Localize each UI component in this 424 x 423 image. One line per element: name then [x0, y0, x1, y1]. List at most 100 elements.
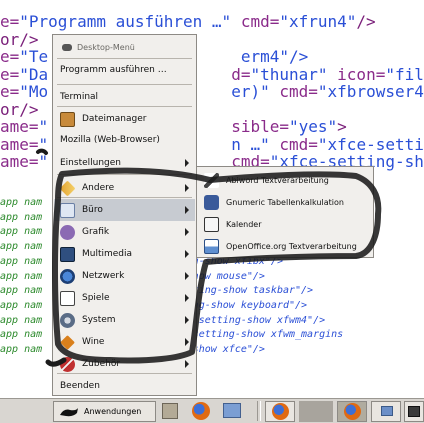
code-token: cmd= — [269, 82, 318, 101]
code-token: or/> — [0, 29, 39, 49]
terminal-task-button[interactable] — [404, 401, 424, 422]
terminal-task-icon — [408, 406, 420, 417]
code-line: or/> — [0, 29, 39, 49]
other-icon — [59, 180, 76, 196]
firefox-task-button-2[interactable] — [337, 401, 367, 422]
code-token: e= — [0, 47, 20, 66]
folder-task-button[interactable] — [371, 401, 401, 422]
graphics-icon — [60, 224, 75, 240]
submenu-item-label: Gnumeric Tabellenkalkulation — [226, 197, 344, 207]
submenu-item[interactable]: Abiword Textverarbeitung — [198, 169, 372, 191]
menu-item-label: Büro — [82, 205, 103, 215]
code-token: app nam — [0, 255, 43, 267]
code-token: e= — [0, 12, 20, 31]
folder-task-icon — [381, 406, 393, 416]
submenu-item[interactable]: Kalender — [198, 213, 372, 235]
code-token: ame= — [0, 152, 39, 171]
menu-item-wine[interactable]: Wine — [54, 331, 195, 353]
submenu-arrow-icon — [185, 272, 189, 280]
code-line: e="Programm ausführen …" cmd="xfrun4"/> — [0, 13, 376, 31]
code-token: app nam — [0, 197, 43, 208]
menu-item-label: Multimedia — [82, 249, 133, 259]
system-icon — [60, 312, 75, 328]
menu-item-zubehör[interactable]: Zubehör — [54, 353, 195, 375]
submenu-arrow-icon — [185, 294, 189, 302]
panel-separator — [257, 401, 261, 421]
office-icon — [60, 202, 75, 218]
image-viewer-icon[interactable] — [162, 403, 178, 419]
network-icon — [60, 268, 75, 284]
desktop-menu: Desktop-Menü Programm ausführen … Termina… — [52, 34, 197, 396]
submenu-arrow-icon — [185, 228, 189, 236]
menu-item-label: Grafik — [82, 227, 110, 237]
menu-item-terminal[interactable]: Terminal — [54, 86, 195, 108]
code-token: "file-mana — [385, 64, 424, 84]
header-icon — [62, 43, 72, 51]
menu-header-label: Desktop-Menü — [77, 42, 135, 52]
code-token: " — [38, 134, 49, 154]
menu-item-grafik[interactable]: Grafik — [54, 221, 195, 243]
code-token: "xfbrowser4" — [317, 82, 424, 101]
code-token: app nam — [0, 314, 43, 326]
code-token: icon= — [327, 64, 386, 84]
menu-item-system[interactable]: System — [54, 309, 195, 331]
applications-button[interactable]: Anwendungen — [53, 401, 156, 422]
code-token: or/> — [0, 99, 39, 119]
menu-item-label: Terminal — [60, 92, 99, 102]
file-manager-icon — [60, 111, 75, 127]
wine-icon — [60, 334, 75, 350]
menu-item-label: Beenden — [60, 381, 100, 391]
menu-item-label: Andere — [82, 183, 115, 193]
code-token: "xfce-setting-sho — [317, 134, 424, 154]
gnumeric-icon — [204, 194, 219, 210]
menu-item-label: System — [82, 315, 116, 325]
code-token: cmd= — [231, 12, 280, 31]
firefox-icon[interactable] — [192, 402, 210, 420]
menu-item-beenden[interactable]: Beenden — [54, 375, 195, 397]
code-token: cmd= — [269, 134, 318, 154]
mouse-logo-icon — [60, 407, 78, 416]
submenu-arrow-icon — [185, 159, 189, 167]
menu-item-netzwerk[interactable]: Netzwerk — [54, 265, 195, 287]
menu-item-spiele[interactable]: Spiele — [54, 287, 195, 309]
code-token: " — [38, 152, 49, 171]
menu-item-einstellungen[interactable]: Einstellungen — [54, 152, 195, 174]
submenu-arrow-icon — [185, 206, 189, 214]
submenu-item[interactable]: Gnumeric Tabellenkalkulation — [198, 191, 372, 213]
abiword-icon — [204, 172, 219, 188]
menu-item-andere[interactable]: Andere — [54, 177, 195, 199]
code-token: "thunar" — [250, 64, 328, 84]
submenu-item-label: OpenOffice.org Textverarbeitung — [226, 241, 357, 251]
code-token: app nam — [0, 270, 43, 282]
code-token: n …" — [231, 134, 270, 154]
bottom-panel: Anwendungen — [0, 398, 424, 423]
submenu-item-label: Abiword Textverarbeitung — [226, 175, 329, 185]
menu-item-dateimanager[interactable]: Dateimanager — [54, 108, 195, 130]
menu-item-label: Dateimanager — [82, 114, 147, 124]
menu-item-multimedia[interactable]: Multimedia — [54, 243, 195, 265]
menu-item-label: Zubehör — [82, 359, 121, 369]
menu-item-mozilla-web-browser[interactable]: Mozilla (Web-Browser) — [54, 129, 195, 151]
code-token: d= — [231, 64, 251, 84]
games-icon — [60, 290, 75, 306]
submenu-arrow-icon — [185, 316, 189, 324]
code-token: er)" — [231, 82, 270, 101]
menu-item-büro[interactable]: Büro — [54, 199, 195, 221]
calendar-icon — [204, 216, 219, 232]
window-task-button[interactable] — [299, 401, 333, 422]
firefox-task-button[interactable] — [265, 401, 295, 422]
code-token: "Programm ausführen …" — [19, 12, 232, 31]
menu-item-label: Mozilla (Web-Browser) — [60, 135, 160, 145]
submenu-item-label: Kalender — [226, 219, 262, 229]
network-folder-icon[interactable] — [223, 403, 241, 418]
code-token: app nam — [0, 285, 43, 297]
openoffice-icon — [204, 238, 219, 254]
code-line: or/> — [0, 99, 39, 119]
code-token: " — [38, 117, 49, 136]
menu-item-programm-ausführen[interactable]: Programm ausführen … — [54, 59, 195, 81]
firefox-task-icon — [272, 403, 289, 420]
submenu-arrow-icon — [185, 360, 189, 368]
submenu-item[interactable]: OpenOffice.org Textverarbeitung — [198, 235, 372, 257]
code-token: app nam — [0, 299, 43, 311]
submenu-arrow-icon — [185, 250, 189, 258]
